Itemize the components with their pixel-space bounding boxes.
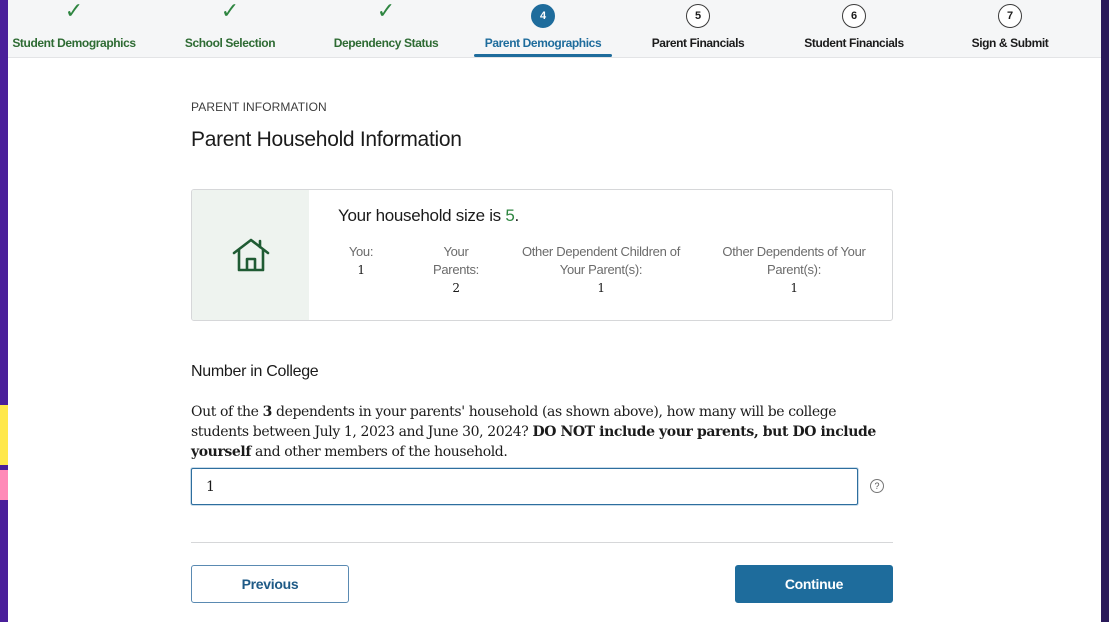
active-step-underline — [474, 54, 612, 57]
headline-suffix: . — [514, 206, 519, 225]
column-label-line2: Parents: — [432, 262, 479, 277]
step-school-selection[interactable]: ✓ School Selection — [170, 0, 290, 58]
household-column-other-dependents: Other Dependents of Your Parent(s): 1 — [712, 243, 876, 297]
column-label: Your — [443, 244, 469, 259]
step-number-badge: 5 — [686, 4, 710, 28]
frame-left-edge — [0, 0, 8, 622]
checkmark-icon: ✓ — [64, 0, 84, 24]
previous-button[interactable]: Previous — [191, 565, 349, 603]
household-column-you: You: 1 — [343, 243, 379, 279]
step-label: Parent Demographics — [484, 36, 602, 50]
step-number-badge: 6 — [842, 4, 866, 28]
column-value: 1 — [790, 281, 798, 295]
step-student-financials[interactable]: 6 Student Financials — [794, 0, 914, 58]
number-in-college-question: Out of the 3 dependents in your parents'… — [191, 402, 891, 462]
continue-button[interactable]: Continue — [735, 565, 893, 603]
step-number-badge: 4 — [531, 4, 555, 28]
checkmark-icon: ✓ — [376, 0, 396, 24]
question-text: and other members of the household. — [250, 444, 508, 460]
page-title: Parent Household Information — [191, 128, 462, 151]
step-label: Student Financials — [804, 36, 904, 50]
step-label: Dependency Status — [333, 36, 439, 50]
dependent-count: 3 — [262, 404, 273, 420]
step-label: Parent Financials — [651, 36, 745, 50]
column-value: 2 — [452, 281, 460, 295]
step-student-demographics[interactable]: ✓ Student Demographics — [10, 0, 138, 58]
frame-right-edge — [1101, 0, 1109, 622]
column-value: 1 — [357, 263, 365, 277]
column-label-line2: Parent(s): — [766, 262, 822, 277]
household-column-other-children: Other Dependent Children of Your Parent(… — [509, 243, 693, 297]
progress-stepper: ✓ Student Demographics ✓ School Selectio… — [8, 0, 1101, 58]
step-sign-submit[interactable]: 7 Sign & Submit — [950, 0, 1070, 58]
headline-prefix: Your household size is — [338, 206, 506, 225]
step-parent-demographics[interactable]: 4 Parent Demographics — [474, 0, 612, 58]
step-label: Sign & Submit — [971, 36, 1049, 50]
column-label: You: — [348, 244, 374, 259]
column-label-line2: Your Parent(s): — [559, 262, 643, 277]
column-value: 1 — [597, 281, 605, 295]
question-text: Out of the — [191, 404, 263, 420]
column-label: Other Dependent Children of — [521, 244, 681, 259]
step-number-badge: 7 — [998, 4, 1022, 28]
number-in-college-input[interactable] — [191, 468, 858, 505]
step-label: School Selection — [184, 36, 276, 50]
step-parent-financials[interactable]: 5 Parent Financials — [638, 0, 758, 58]
section-divider — [191, 542, 893, 543]
house-icon — [232, 238, 269, 272]
step-label: Student Demographics — [12, 36, 136, 50]
number-in-college-heading: Number in College — [191, 363, 319, 380]
household-size-headline: Your household size is 5. — [338, 206, 519, 226]
household-icon-pane — [192, 190, 309, 320]
help-circle-icon[interactable]: ? — [870, 479, 884, 493]
application-window: ✓ Student Demographics ✓ School Selectio… — [8, 0, 1101, 622]
section-eyebrow: PARENT INFORMATION — [191, 100, 327, 114]
step-dependency-status[interactable]: ✓ Dependency Status — [326, 0, 446, 58]
household-column-parents: Your Parents: 2 — [426, 243, 486, 297]
household-summary-card: Your household size is 5. You: 1 Your Pa… — [191, 189, 893, 321]
column-label: Other Dependents of Your — [722, 244, 866, 259]
checkmark-icon: ✓ — [220, 0, 240, 24]
